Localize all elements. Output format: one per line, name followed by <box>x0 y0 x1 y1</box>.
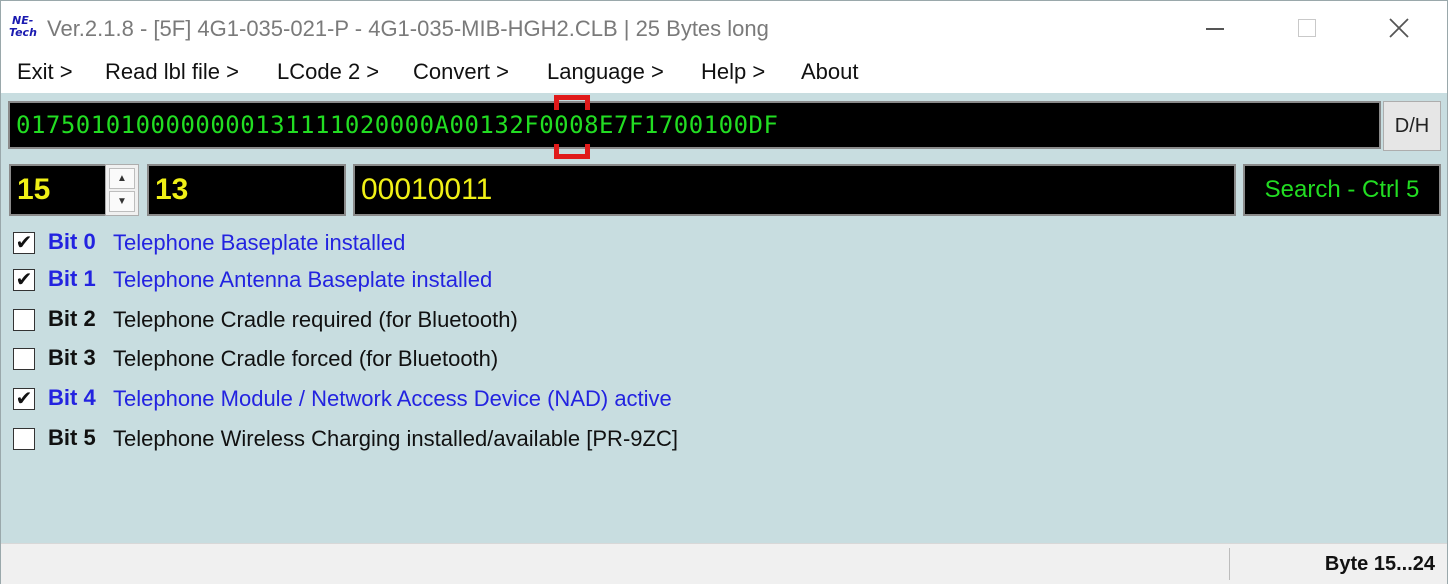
status-divider <box>1229 548 1230 580</box>
bit-row-1[interactable]: ✔ Bit 1 Telephone Antenna Baseplate inst… <box>1 264 1001 300</box>
bit-5-checkbox[interactable] <box>13 428 35 450</box>
bit-description: Telephone Baseplate installed <box>113 230 406 255</box>
bit-description: Telephone Cradle required (for Bluetooth… <box>113 307 518 332</box>
bit-label: Bit 3 <box>48 345 96 370</box>
byte-cursor-marker-right <box>585 144 590 154</box>
menu-language[interactable]: Language > <box>547 59 664 85</box>
app-logo: NE- Tech <box>9 15 43 41</box>
field-row: 15 ▲ ▼ 13 00010011 Search - Ctrl 5 <box>1 159 1447 219</box>
window-title: Ver.2.1.8 - [5F] 4G1-035-021-P - 4G1-035… <box>47 16 769 41</box>
title-bar: NE- Tech Ver.2.1.8 - [5F] 4G1-035-021-P … <box>1 1 1447 55</box>
bit-label: Bit 1 <box>48 266 96 291</box>
minimize-icon <box>1206 28 1224 30</box>
menu-bar: Exit > Read lbl file > LCode 2 > Convert… <box>1 55 1447 93</box>
hex-code-text: 0175010100000000131111020000A00132F0008E… <box>16 111 779 139</box>
search-button[interactable]: Search - Ctrl 5 <box>1243 164 1441 216</box>
bit-row-0[interactable]: ✔ Bit 0 Telephone Baseplate installed <box>1 227 1001 263</box>
decimal-value-field[interactable]: 13 <box>147 164 346 216</box>
menu-lcode-2[interactable]: LCode 2 > <box>277 59 379 85</box>
bit-0-checkbox[interactable]: ✔ <box>13 232 35 254</box>
bit-label: Bit 2 <box>48 306 96 331</box>
bit-1-checkbox[interactable]: ✔ <box>13 269 35 291</box>
maximize-button[interactable] <box>1261 1 1353 55</box>
bit-description: Telephone Cradle forced (for Bluetooth) <box>113 346 499 371</box>
bit-row-5[interactable]: Bit 5 Telephone Wireless Charging instal… <box>1 423 1001 459</box>
bit-label: Bit 4 <box>48 385 96 410</box>
minimize-button[interactable] <box>1169 1 1261 55</box>
close-button[interactable] <box>1353 1 1445 55</box>
menu-about[interactable]: About <box>801 59 859 85</box>
byte-cursor-marker-left <box>554 144 559 154</box>
bit-row-4[interactable]: ✔ Bit 4 Telephone Module / Network Acces… <box>1 383 1001 419</box>
logo-line-1: NE- <box>12 14 34 27</box>
bit-description: Telephone Antenna Baseplate installed <box>113 267 493 292</box>
byte-range-status: Byte 15...24 <box>1324 553 1435 575</box>
bit-description: Telephone Module / Network Access Device… <box>113 386 672 411</box>
bit-label: Bit 0 <box>48 229 96 254</box>
close-icon <box>1389 18 1409 38</box>
bit-row-3[interactable]: Bit 3 Telephone Cradle forced (for Bluet… <box>1 343 1001 379</box>
bit-3-checkbox[interactable] <box>13 348 35 370</box>
maximize-icon <box>1298 19 1316 37</box>
byte-index-spinner: ▲ ▼ <box>105 164 139 216</box>
menu-exit[interactable]: Exit > <box>17 59 73 85</box>
bit-2-checkbox[interactable] <box>13 309 35 331</box>
menu-help[interactable]: Help > <box>701 59 765 85</box>
menu-read-lbl-file[interactable]: Read lbl file > <box>105 59 239 85</box>
spin-down-button[interactable]: ▼ <box>109 191 135 212</box>
decimal-hex-toggle-button[interactable]: D/H <box>1383 101 1441 151</box>
bit-description: Telephone Wireless Charging installed/av… <box>113 426 678 451</box>
menu-convert[interactable]: Convert > <box>413 59 509 85</box>
status-bar: Byte 15...24 <box>1 543 1447 584</box>
bit-4-checkbox[interactable]: ✔ <box>13 388 35 410</box>
hex-row: 0175010100000000131111020000A00132F0008E… <box>1 93 1447 159</box>
hex-code-field[interactable]: 0175010100000000131111020000A00132F0008E… <box>8 101 1381 149</box>
logo-line-2: Tech <box>9 26 37 39</box>
spin-up-button[interactable]: ▲ <box>109 168 135 189</box>
byte-index-field[interactable]: 15 <box>9 164 109 216</box>
bit-row-2[interactable]: Bit 2 Telephone Cradle required (for Blu… <box>1 304 1001 340</box>
app-window: NE- Tech Ver.2.1.8 - [5F] 4G1-035-021-P … <box>0 0 1448 584</box>
binary-value-field[interactable]: 00010011 <box>353 164 1236 216</box>
byte-cursor-marker <box>554 95 590 159</box>
bit-label: Bit 5 <box>48 425 96 450</box>
